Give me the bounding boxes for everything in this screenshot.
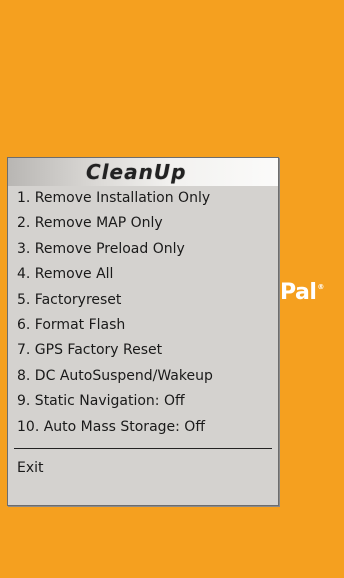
device-screen: Pal® CleanUp 1. Remove Installation Only… bbox=[0, 0, 344, 578]
cleanup-menu: CleanUp 1. Remove Installation Only 2. R… bbox=[7, 157, 279, 506]
menu-item-remove-all[interactable]: 4. Remove All bbox=[8, 262, 278, 287]
menu-item-remove-preload-only[interactable]: 3. Remove Preload Only bbox=[8, 237, 278, 262]
menu-item-remove-installation-only[interactable]: 1. Remove Installation Only bbox=[8, 186, 278, 211]
background-logo-text: Pal bbox=[280, 280, 317, 305]
menu-list: 1. Remove Installation Only 2. Remove MA… bbox=[8, 186, 278, 440]
menu-divider bbox=[14, 447, 272, 449]
background-logo: Pal® bbox=[280, 280, 324, 305]
registered-mark: ® bbox=[317, 283, 324, 291]
menu-item-remove-map-only[interactable]: 2. Remove MAP Only bbox=[8, 211, 278, 236]
menu-item-factoryreset[interactable]: 5. Factoryreset bbox=[8, 288, 278, 313]
menu-item-format-flash[interactable]: 6. Format Flash bbox=[8, 313, 278, 338]
menu-item-gps-factory-reset[interactable]: 7. GPS Factory Reset bbox=[8, 338, 278, 363]
menu-item-exit[interactable]: Exit bbox=[8, 456, 278, 481]
menu-header: CleanUp bbox=[8, 158, 278, 186]
menu-title: CleanUp bbox=[86, 160, 187, 184]
menu-item-auto-mass-storage[interactable]: 10. Auto Mass Storage: Off bbox=[8, 415, 278, 440]
menu-item-dc-autosuspend-wakeup[interactable]: 8. DC AutoSuspend/Wakeup bbox=[8, 364, 278, 389]
menu-item-static-navigation[interactable]: 9. Static Navigation: Off bbox=[8, 389, 278, 414]
